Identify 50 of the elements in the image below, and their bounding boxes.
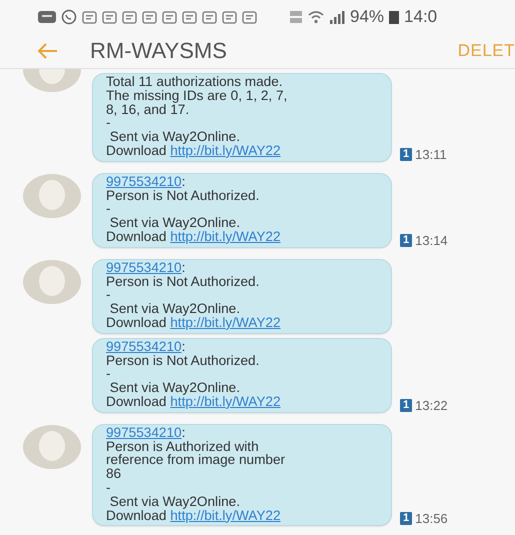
back-button[interactable]: [36, 42, 58, 60]
sim-badge: 1: [400, 398, 412, 412]
download-label: Download: [106, 314, 166, 330]
sim-badge: 1: [400, 234, 412, 247]
sim-badge: 1: [400, 148, 412, 161]
download-label: Download: [106, 394, 166, 409]
battery-percentage: 94%: [350, 7, 384, 27]
message-icon: [38, 11, 56, 23]
notification-icon: [142, 10, 157, 24]
download-label: Download: [106, 142, 166, 158]
download-link[interactable]: http://bit.ly/WAY22: [170, 228, 281, 244]
download-link[interactable]: http://bit.ly/WAY22: [170, 314, 281, 330]
notification-icon: [202, 10, 217, 24]
wifi-icon: [308, 10, 324, 24]
signal-icon: [329, 10, 345, 24]
message-text: Person is Not Authorized. - Sent via Way2Online.: [106, 188, 260, 230]
message-time: 13:11: [415, 146, 447, 162]
colon: :: [182, 338, 186, 354]
notification-icon: [222, 10, 237, 24]
colon: :: [182, 424, 186, 440]
download-link[interactable]: http://bit.ly/WAY22: [170, 142, 281, 158]
download-label: Download: [106, 228, 166, 244]
phone-number-link[interactable]: 9975534210: [106, 174, 182, 189]
delete-button[interactable]: DELET: [458, 41, 515, 61]
battery-icon: [389, 10, 400, 24]
message-time: 13:14: [415, 232, 448, 248]
message-text: Person is Not Authorized. - Sent via Way2Online.: [106, 274, 260, 316]
notification-icon: [82, 10, 97, 24]
message-text: Person is Not Authorized. - Sent via Way2Online.: [106, 354, 260, 395]
message-time: 13:56: [415, 511, 448, 526]
notification-icon: [182, 10, 197, 24]
notification-icon: [102, 10, 117, 24]
conversation-title: RM-WAYSMS: [90, 38, 228, 64]
notification-icon: [122, 10, 137, 24]
message-text: Total 11 authorizations made. The missing IDs are 0, 1, 2, 7, 8, 16, and 17. - Sent via Way2Online.: [106, 75, 288, 144]
sim-badge: 1: [400, 512, 412, 526]
phone-number-link[interactable]: 9975534210: [106, 424, 182, 440]
clock-time: 14:0: [404, 7, 438, 27]
colon: :: [182, 174, 186, 189]
download-label: Download: [106, 508, 166, 523]
download-link[interactable]: http://bit.ly/WAY22: [170, 394, 281, 409]
phone-number-link[interactable]: 9975534210: [106, 260, 182, 275]
notification-icon: [242, 10, 257, 24]
message-time: 13:22: [415, 398, 448, 413]
phone-number-link[interactable]: 9975534210: [106, 338, 182, 354]
notification-icon: [162, 10, 177, 24]
download-link[interactable]: http://bit.ly/WAY22: [170, 508, 281, 523]
colon: :: [182, 260, 186, 275]
message-text: Person is Authorized with reference from image number 86 - Sent via Way2Online.: [106, 440, 286, 509]
lte-icon: [289, 10, 303, 24]
